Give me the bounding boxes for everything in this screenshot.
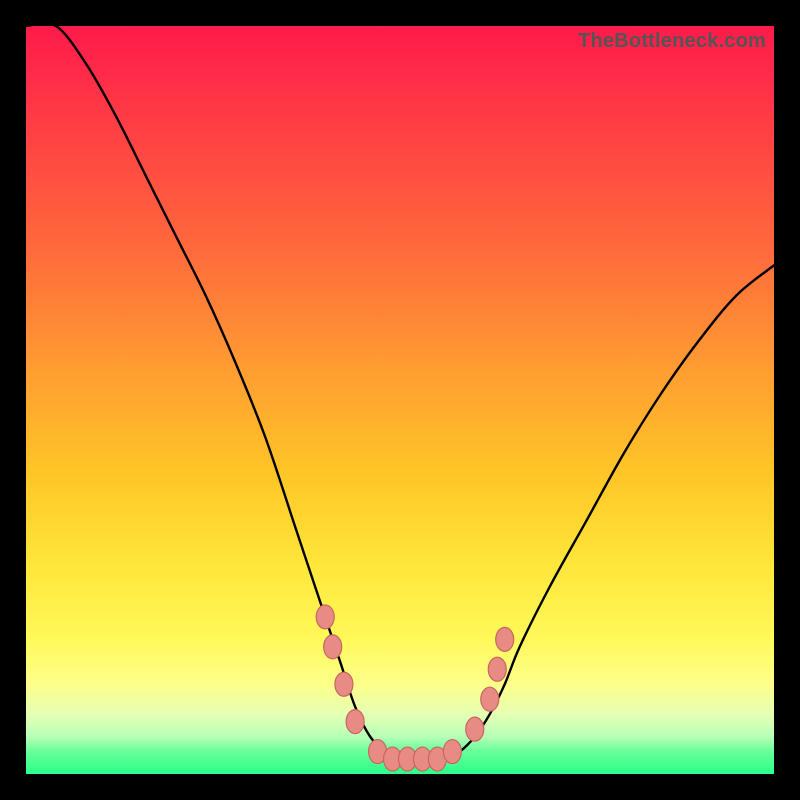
trough-marker	[496, 627, 514, 651]
chart-frame: TheBottleneck.com	[0, 0, 800, 800]
trough-marker	[335, 672, 353, 696]
trough-marker	[346, 710, 364, 734]
trough-marker	[481, 687, 499, 711]
bottleneck-curve-path	[26, 23, 774, 759]
chart-svg	[26, 26, 774, 774]
trough-marker	[324, 635, 342, 659]
trough-marker	[466, 717, 484, 741]
trough-marker	[443, 740, 461, 764]
trough-marker	[316, 605, 334, 629]
plot-area: TheBottleneck.com	[26, 26, 774, 774]
trough-marker	[488, 657, 506, 681]
trough-marker-group	[316, 605, 514, 771]
